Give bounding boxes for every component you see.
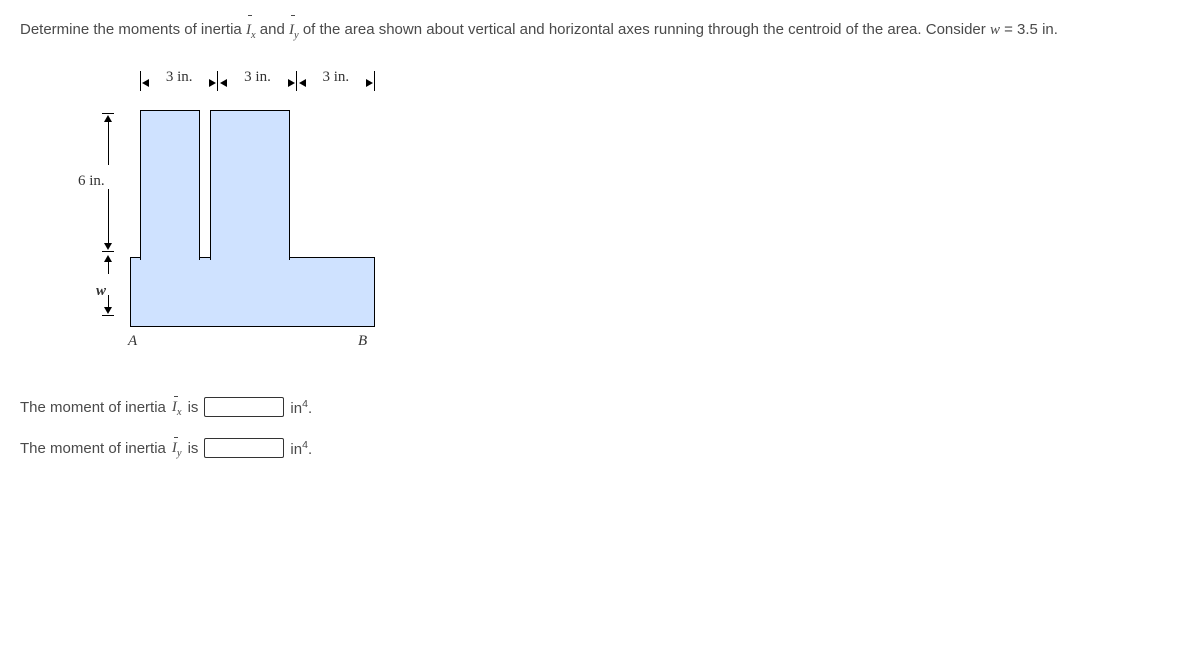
answer-prefix: The moment of inertia (20, 399, 166, 416)
text: = 3.5 in. (1000, 21, 1058, 38)
dimension-left-group: 6 in. w (80, 113, 120, 333)
point-b-label: B (358, 333, 367, 350)
ix-input[interactable] (204, 397, 284, 417)
dimension-top-1: 3 in. (140, 73, 218, 99)
dim-6in-label: 6 in. (78, 173, 105, 190)
unit-suffix: . (308, 441, 312, 458)
shape-base-rect (130, 257, 375, 327)
unit-label: in4. (290, 439, 312, 458)
figure: 3 in. 3 in. 3 in. 6 in. w (20, 73, 380, 363)
answer-prefix: The moment of inertia (20, 440, 166, 457)
answer-conn: is (188, 399, 199, 416)
symbol-iy: Iy (172, 438, 182, 459)
dim-label: 3 in. (140, 69, 218, 86)
shape-stem-rect (210, 110, 290, 260)
dim-w-label: w (96, 283, 106, 300)
iy-sub: y (177, 448, 182, 459)
symbol-iy: Iy (289, 16, 299, 45)
dimension-top-2: 3 in. (218, 73, 296, 99)
iy-input[interactable] (204, 438, 284, 458)
dim-label: 3 in. (218, 69, 296, 86)
var-w: w (990, 22, 1000, 38)
problem-statement: Determine the moments of inertia Ix and … (20, 16, 1180, 45)
symbol-ix: Ix (172, 397, 182, 418)
text: of the area shown about vertical and hor… (303, 21, 990, 38)
text: Determine the moments of inertia (20, 21, 246, 38)
unit-base: in (290, 400, 302, 417)
iy-sub: y (294, 30, 299, 41)
shape-left-rect (140, 110, 200, 260)
dimension-top-3: 3 in. (297, 73, 375, 99)
unit-label: in4. (290, 398, 312, 417)
ix-sub: x (177, 407, 182, 418)
unit-suffix: . (308, 400, 312, 417)
dimension-top-group: 3 in. 3 in. 3 in. (140, 73, 375, 99)
answer-row-ix: The moment of inertia Ix is in4. (20, 397, 1180, 418)
point-a-label: A (128, 333, 137, 350)
composite-shape (130, 97, 375, 327)
symbol-ix: Ix (246, 16, 256, 45)
answer-row-iy: The moment of inertia Iy is in4. (20, 438, 1180, 459)
text: and (260, 21, 289, 38)
dim-label: 3 in. (297, 69, 375, 86)
answer-conn: is (188, 440, 199, 457)
ix-sub: x (251, 30, 256, 41)
unit-base: in (290, 441, 302, 458)
